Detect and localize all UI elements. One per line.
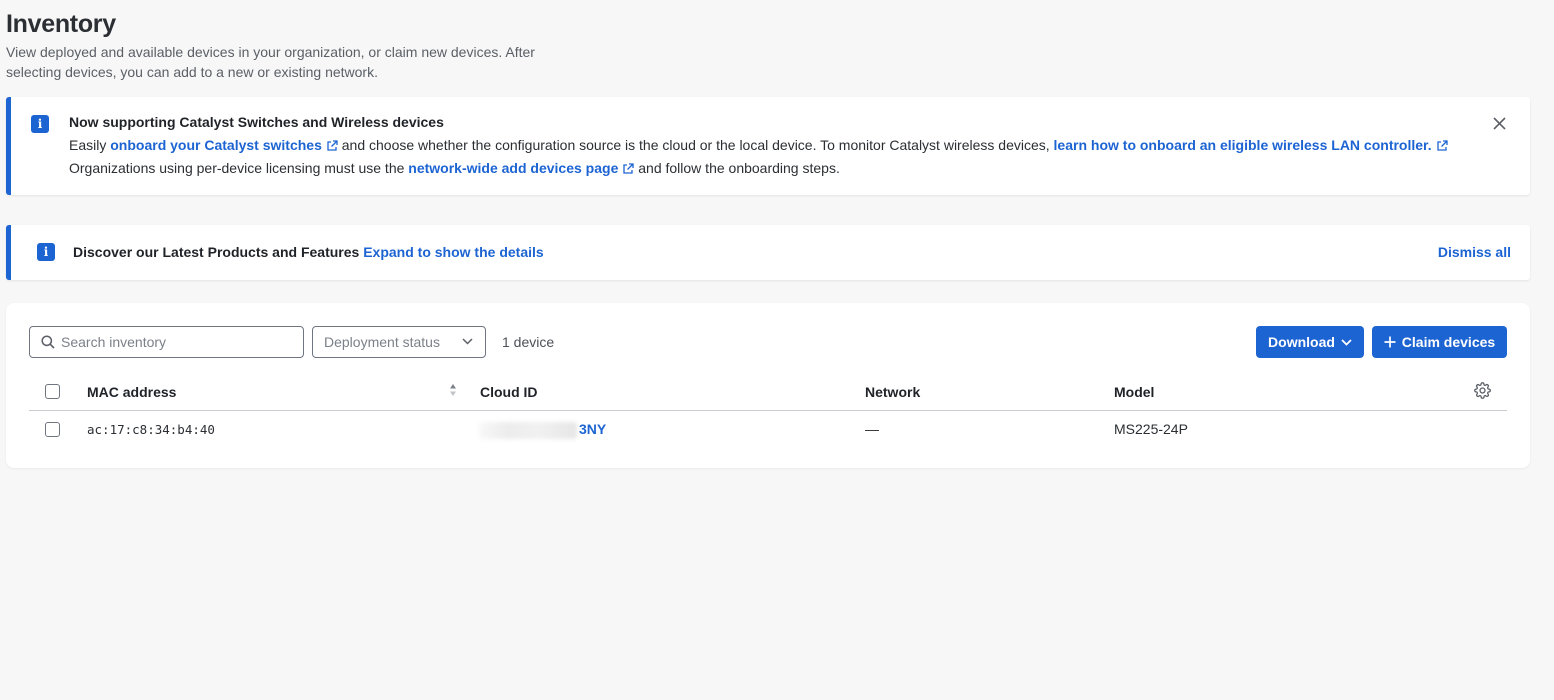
column-network[interactable]: Network [865, 384, 920, 400]
column-cloud-id[interactable]: Cloud ID [480, 384, 538, 400]
network-cell: — [865, 421, 879, 437]
network-wide-add-devices-link[interactable]: network-wide add devices page [408, 160, 635, 176]
search-input-container[interactable] [29, 326, 304, 358]
banner-text: and choose whether the configuration sou… [341, 137, 1050, 153]
plus-icon [1384, 336, 1396, 348]
chevron-down-icon [1341, 338, 1352, 346]
table-row[interactable]: ac:17:c8:34:b4:40 3NY — MS225-24P [29, 412, 1507, 448]
claim-devices-button[interactable]: Claim devices [1372, 326, 1507, 358]
banner-title: Now supporting Catalyst Switches and Wir… [69, 114, 444, 130]
download-label: Download [1268, 334, 1335, 350]
info-icon: i [37, 243, 55, 261]
external-link-icon [1436, 140, 1448, 151]
banner-text: and follow the onboarding steps. [638, 160, 840, 176]
select-all-checkbox[interactable] [45, 384, 60, 399]
expand-details-link[interactable]: Expand to show the details [363, 244, 543, 260]
banner-text: Easily [69, 137, 107, 153]
model-cell: MS225-24P [1114, 421, 1188, 437]
onboard-catalyst-switches-link[interactable]: onboard your Catalyst switches [110, 137, 338, 153]
page-title: Inventory [6, 10, 116, 38]
dismiss-all-button[interactable]: Dismiss all [1438, 244, 1511, 260]
discover-title: Discover our Latest Products and Feature… [73, 244, 544, 260]
catalyst-support-banner: i Now supporting Catalyst Switches and W… [6, 97, 1530, 195]
deployment-status-label: Deployment status [324, 334, 440, 350]
redacted-cloud-id [479, 422, 577, 439]
cloud-id-link[interactable]: 3NY [579, 421, 606, 437]
external-link-icon [327, 140, 338, 151]
download-button[interactable]: Download [1256, 326, 1364, 358]
mac-address-cell: ac:17:c8:34:b4:40 [87, 422, 215, 437]
info-icon: i [31, 115, 49, 133]
learn-onboard-wlc-link[interactable]: learn how to onboard an eligible wireles… [1054, 137, 1448, 153]
page-description: View deployed and available devices in y… [6, 44, 535, 80]
gear-icon[interactable] [1474, 382, 1491, 399]
row-checkbox[interactable] [45, 422, 60, 437]
banner-line-1: Easily onboard your Catalyst switches an… [69, 137, 1448, 153]
device-count: 1 device [502, 334, 555, 350]
deployment-status-dropdown[interactable]: Deployment status [312, 326, 486, 358]
sort-icon[interactable] [449, 383, 457, 397]
search-input[interactable] [61, 332, 291, 352]
search-icon [41, 335, 55, 349]
column-mac-address[interactable]: MAC address [87, 384, 176, 400]
banner-line-2: Organizations using per-device licensing… [69, 160, 840, 176]
inventory-table-card: Deployment status 1 device Download Clai… [6, 303, 1530, 468]
discover-banner: i Discover our Latest Products and Featu… [6, 225, 1530, 280]
external-link-icon [623, 163, 635, 174]
chevron-down-icon [462, 338, 473, 345]
table-header: MAC address Cloud ID Network Model [29, 373, 1507, 411]
close-icon[interactable] [1493, 117, 1506, 130]
column-model[interactable]: Model [1114, 384, 1154, 400]
claim-devices-label: Claim devices [1401, 334, 1496, 350]
banner-text: Organizations using per-device licensing… [69, 160, 405, 176]
